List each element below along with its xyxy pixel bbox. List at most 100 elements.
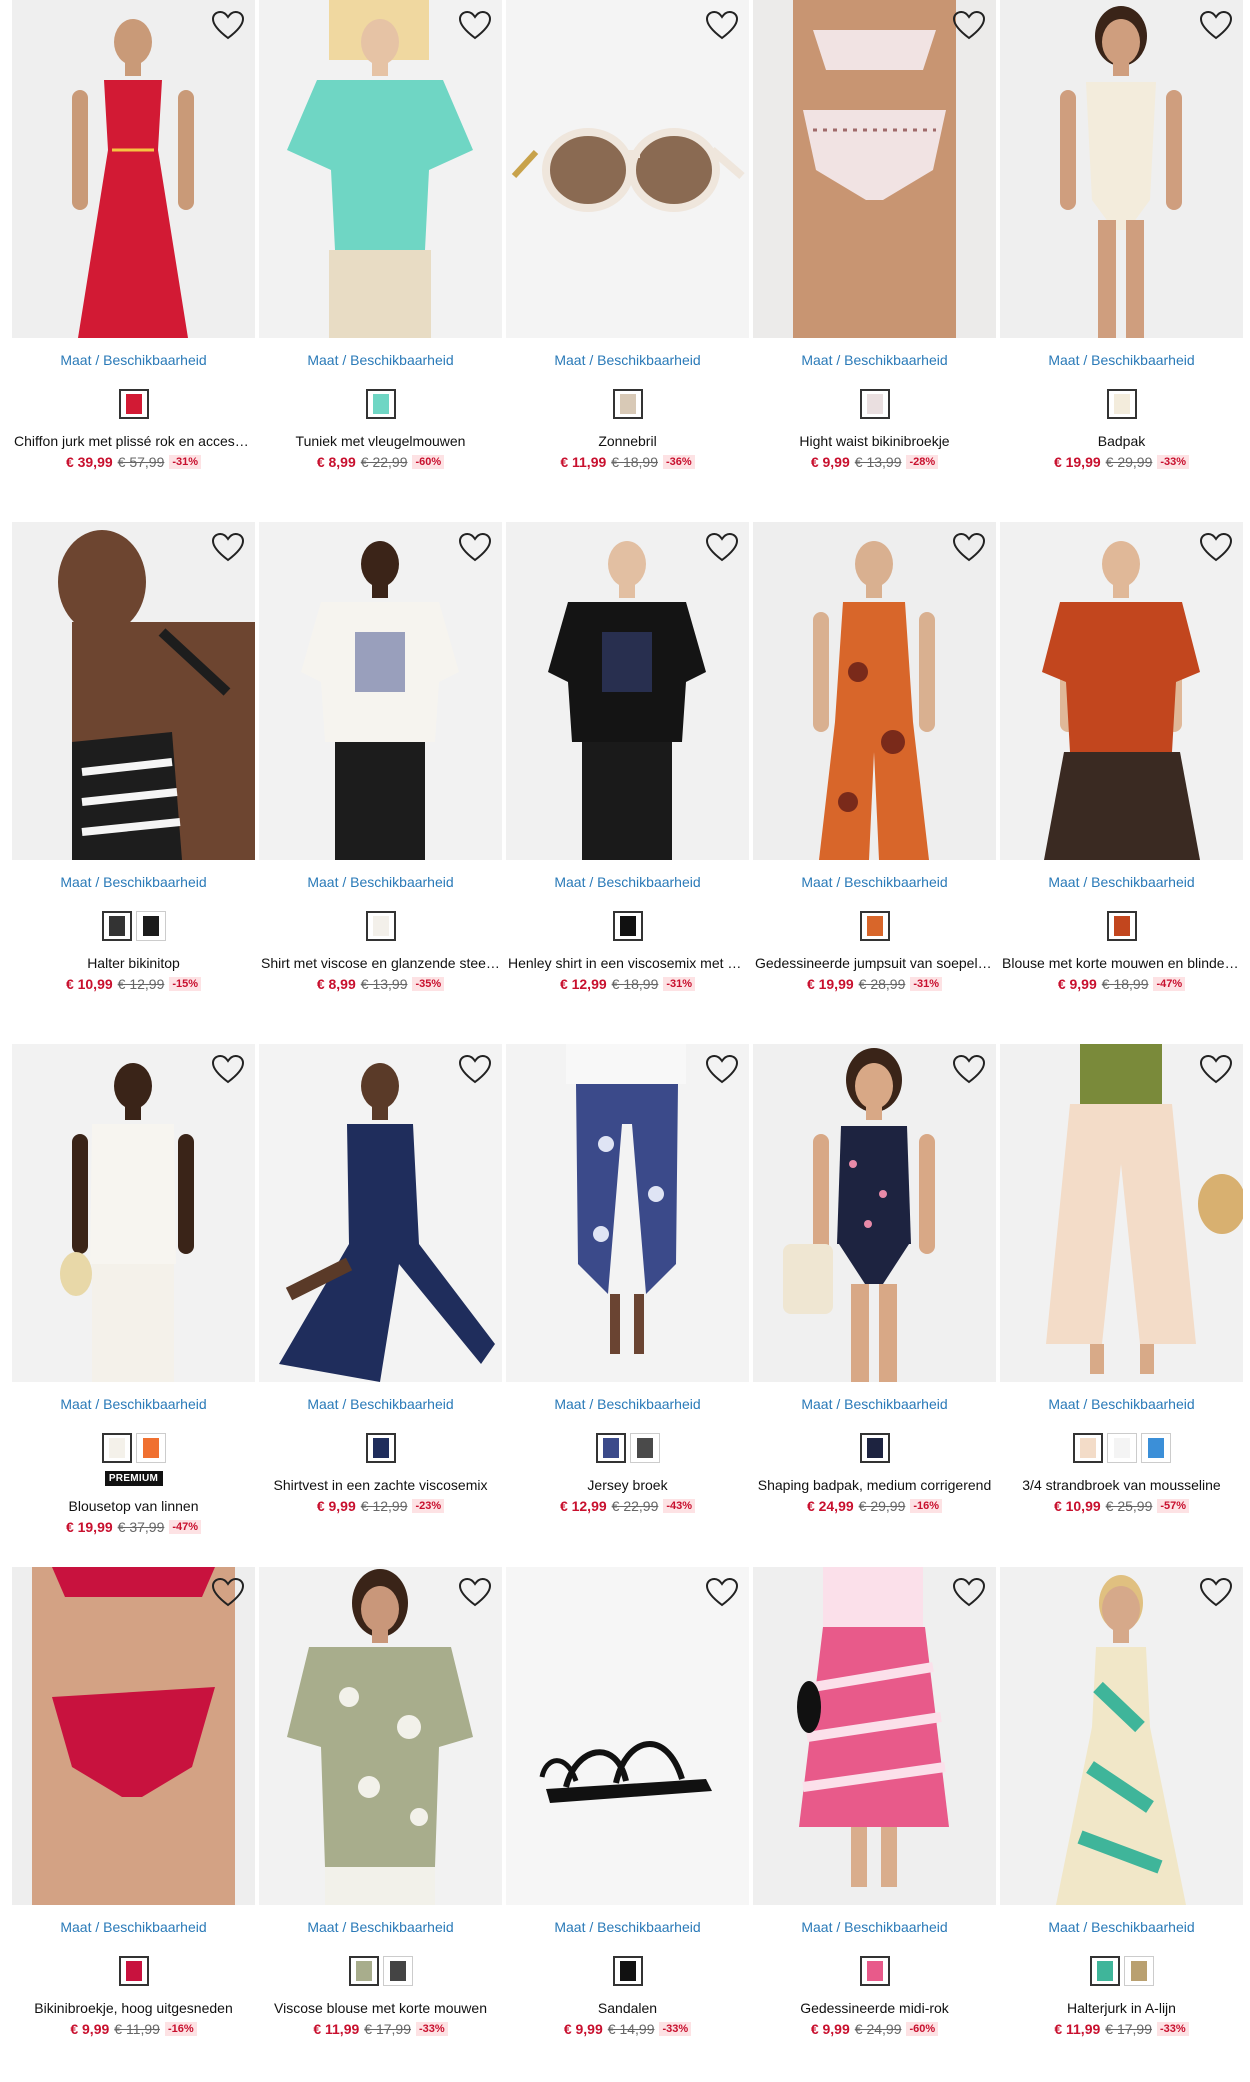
size-availability-link[interactable]: Maat / Beschikbaarheid [12,351,255,369]
product-image[interactable] [506,1044,749,1382]
color-swatch[interactable] [382,1956,413,1986]
wishlist-heart-icon[interactable] [1199,1054,1233,1086]
wishlist-heart-icon[interactable] [705,1054,739,1086]
product-card[interactable]: Maat / Beschikbaarheid Shaping badpak, m… [753,1044,996,1515]
product-name[interactable]: Viscose blouse met korte mouwen [259,1999,502,2017]
product-name[interactable]: Gedessineerde jumpsuit van soepele visco… [753,954,996,972]
wishlist-heart-icon[interactable] [211,1054,245,1086]
wishlist-heart-icon[interactable] [952,10,986,42]
size-availability-link[interactable]: Maat / Beschikbaarheid [259,351,502,369]
product-card[interactable]: Maat / Beschikbaarheid Gedessineerde mid… [753,1567,996,2038]
wishlist-heart-icon[interactable] [458,1054,492,1086]
product-name[interactable]: Halterjurk in A-lijn [1000,1999,1243,2017]
size-availability-link[interactable]: Maat / Beschikbaarheid [1000,1918,1243,1936]
product-card[interactable]: Maat / Beschikbaarheid Jersey broek € 12… [506,1044,749,1515]
product-name[interactable]: Badpak [1000,432,1243,450]
product-card[interactable]: Maat / Beschikbaarheid Hight waist bikin… [753,0,996,471]
color-swatch[interactable] [595,1433,626,1463]
product-card[interactable]: Maat / Beschikbaarheid Halterjurk in A-l… [1000,1567,1243,2038]
product-card[interactable]: Maat / Beschikbaarheid Shirtvest in een … [259,1044,502,1515]
color-swatch[interactable] [1106,1433,1137,1463]
wishlist-heart-icon[interactable] [1199,532,1233,564]
size-availability-link[interactable]: Maat / Beschikbaarheid [12,873,255,891]
product-card[interactable]: Maat / Beschikbaarheid Henley shirt in e… [506,522,749,993]
size-availability-link[interactable]: Maat / Beschikbaarheid [12,1918,255,1936]
product-name[interactable]: Blousetop van linnen [12,1497,255,1515]
wishlist-heart-icon[interactable] [952,532,986,564]
product-image[interactable] [1000,1044,1243,1382]
wishlist-heart-icon[interactable] [952,1054,986,1086]
color-swatch[interactable] [348,1956,379,1986]
wishlist-heart-icon[interactable] [705,10,739,42]
color-swatch[interactable] [1089,1956,1120,1986]
wishlist-heart-icon[interactable] [458,10,492,42]
product-name[interactable]: Shirt met viscose en glanzende steentjes [259,954,502,972]
product-image[interactable] [259,1044,502,1382]
product-image[interactable] [506,1567,749,1905]
size-availability-link[interactable]: Maat / Beschikbaarheid [506,1918,749,1936]
product-name[interactable]: Hight waist bikinibroekje [753,432,996,450]
product-image[interactable] [506,0,749,338]
size-availability-link[interactable]: Maat / Beschikbaarheid [1000,1395,1243,1413]
color-swatch[interactable] [1106,389,1137,419]
product-name[interactable]: 3/4 strandbroek van mousseline [1000,1476,1243,1494]
wishlist-heart-icon[interactable] [211,1577,245,1609]
product-name[interactable]: Sandalen [506,1999,749,2017]
size-availability-link[interactable]: Maat / Beschikbaarheid [753,873,996,891]
color-swatch[interactable] [101,1433,132,1463]
color-swatch[interactable] [365,911,396,941]
product-image[interactable] [259,522,502,860]
wishlist-heart-icon[interactable] [458,1577,492,1609]
product-image[interactable] [259,0,502,338]
size-availability-link[interactable]: Maat / Beschikbaarheid [506,873,749,891]
wishlist-heart-icon[interactable] [458,532,492,564]
product-card[interactable]: Maat / Beschikbaarheid Chiffon jurk met … [12,0,255,471]
wishlist-heart-icon[interactable] [211,10,245,42]
product-card[interactable]: Maat / Beschikbaarheid Blouse met korte … [1000,522,1243,993]
product-image[interactable] [12,1044,255,1382]
wishlist-heart-icon[interactable] [952,1577,986,1609]
product-image[interactable] [753,1044,996,1382]
color-swatch[interactable] [859,1433,890,1463]
product-image[interactable] [12,522,255,860]
product-card[interactable]: Maat / Beschikbaarheid Gedessineerde jum… [753,522,996,993]
color-swatch[interactable] [859,1956,890,1986]
product-image[interactable] [12,0,255,338]
product-image[interactable] [753,522,996,860]
product-image[interactable] [753,0,996,338]
product-card[interactable]: Maat / Beschikbaarheid Halter bikinitop … [12,522,255,993]
product-name[interactable]: Chiffon jurk met plissé rok en accessoir… [12,432,255,450]
size-availability-link[interactable]: Maat / Beschikbaarheid [753,1395,996,1413]
color-swatch[interactable] [135,911,166,941]
color-swatch[interactable] [1106,911,1137,941]
product-image[interactable] [259,1567,502,1905]
product-name[interactable]: Tuniek met vleugelmouwen [259,432,502,450]
size-availability-link[interactable]: Maat / Beschikbaarheid [753,351,996,369]
product-card[interactable]: Maat / Beschikbaarheid Sandalen € 9,99 €… [506,1567,749,2038]
product-image[interactable] [506,522,749,860]
color-swatch[interactable] [135,1433,166,1463]
color-swatch[interactable] [612,1956,643,1986]
size-availability-link[interactable]: Maat / Beschikbaarheid [753,1918,996,1936]
color-swatch[interactable] [118,1956,149,1986]
product-card[interactable]: Maat / Beschikbaarheid 3/4 strandbroek v… [1000,1044,1243,1515]
product-card[interactable]: Maat / Beschikbaarheid Shirt met viscose… [259,522,502,993]
product-card[interactable]: Maat / Beschikbaarheid Bikinibroekje, ho… [12,1567,255,2038]
color-swatch[interactable] [612,911,643,941]
color-swatch[interactable] [1123,1956,1154,1986]
wishlist-heart-icon[interactable] [1199,1577,1233,1609]
wishlist-heart-icon[interactable] [211,532,245,564]
color-swatch[interactable] [612,389,643,419]
color-swatch[interactable] [859,389,890,419]
product-name[interactable]: Blouse met korte mouwen en blinde knoops… [1000,954,1243,972]
color-swatch[interactable] [859,911,890,941]
product-name[interactable]: Halter bikinitop [12,954,255,972]
color-swatch[interactable] [1072,1433,1103,1463]
color-swatch[interactable] [101,911,132,941]
wishlist-heart-icon[interactable] [705,1577,739,1609]
size-availability-link[interactable]: Maat / Beschikbaarheid [259,873,502,891]
wishlist-heart-icon[interactable] [705,532,739,564]
product-card[interactable]: Maat / Beschikbaarheid Viscose blouse me… [259,1567,502,2038]
size-availability-link[interactable]: Maat / Beschikbaarheid [506,351,749,369]
product-card[interactable]: Maat / Beschikbaarheid Tuniek met vleuge… [259,0,502,471]
